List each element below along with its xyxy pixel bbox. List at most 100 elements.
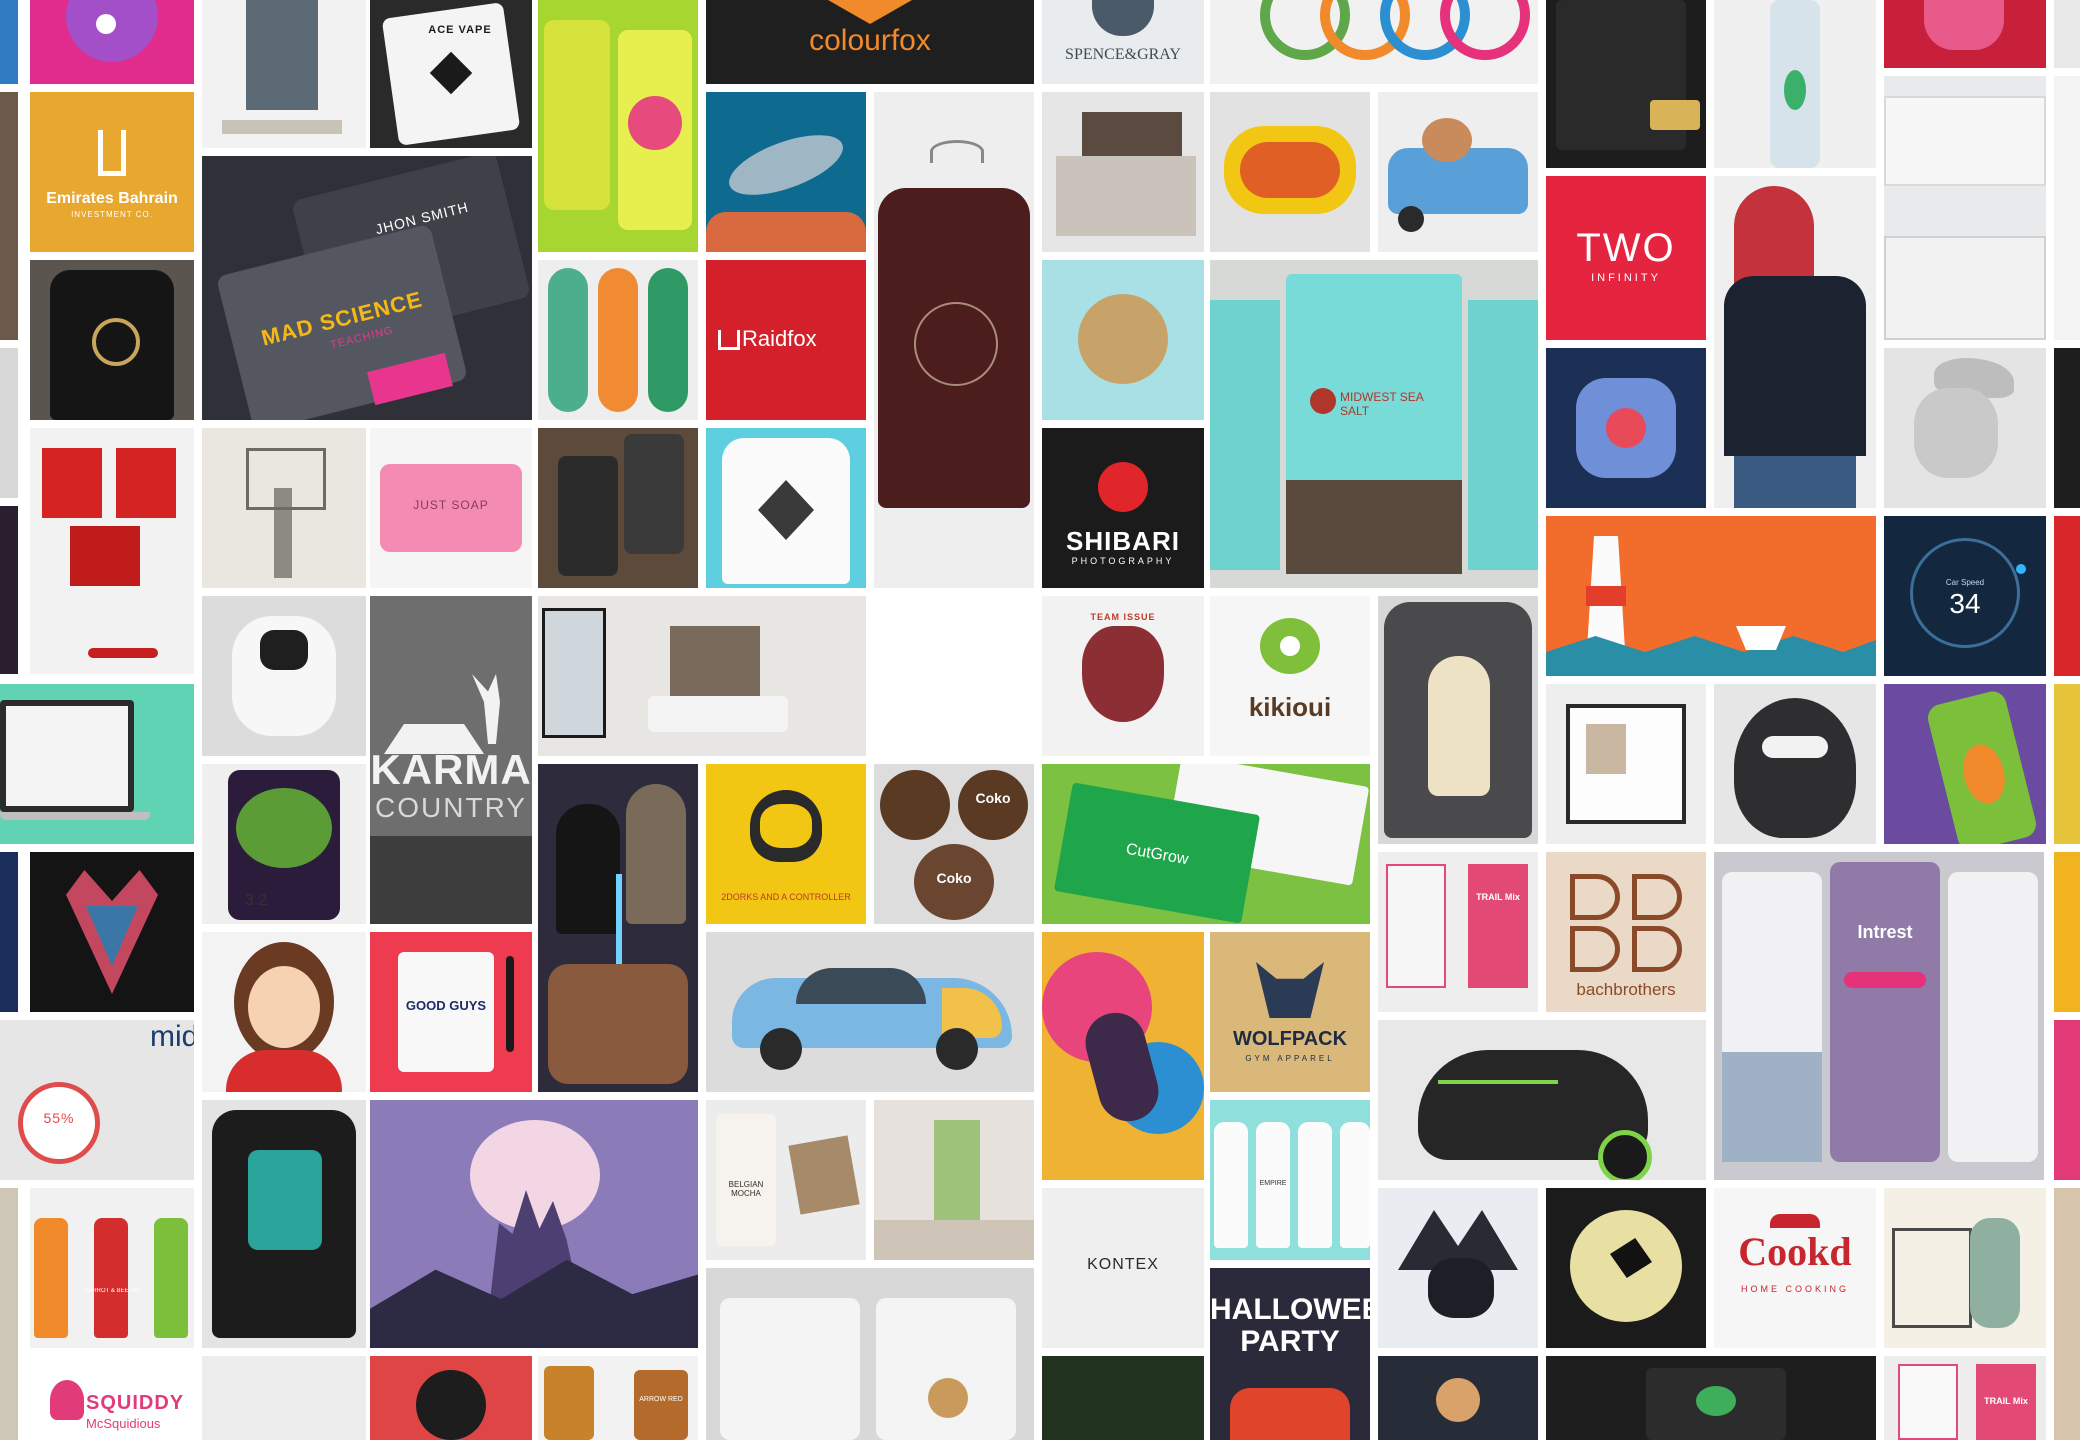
tile-two-infinity[interactable]: TWO INFINITY xyxy=(1546,176,1706,340)
tile-empire-bottles[interactable]: EMPIRE xyxy=(1210,1100,1370,1260)
tile-lion-art[interactable] xyxy=(1042,932,1204,1180)
tile-edge-5[interactable] xyxy=(0,852,18,1012)
tile-colourfox[interactable]: colourfox xyxy=(706,0,1034,84)
tile-arrow-red[interactable]: ARROW RED xyxy=(538,1356,698,1440)
tile-edge-3[interactable] xyxy=(0,348,18,498)
tile-wolfpack[interactable]: WOLFPACK GYM APPAREL xyxy=(1210,932,1370,1092)
tile-cookd[interactable]: Cookd HOME COOKING xyxy=(1714,1188,1876,1348)
tile-bear-shirt[interactable] xyxy=(1378,596,1538,844)
tile-star-wars[interactable] xyxy=(538,764,698,1092)
tile-bach-brothers[interactable]: bachbrothers xyxy=(1546,852,1706,1012)
tile-ace-vape[interactable]: ACE VAPE xyxy=(370,0,532,148)
tile-edge-right-5[interactable] xyxy=(2054,684,2080,844)
tile-edge-right-7[interactable] xyxy=(2054,1020,2080,1180)
tile-car-wrap[interactable] xyxy=(706,932,1034,1092)
tile-vinho-clube[interactable] xyxy=(1546,0,1706,168)
tile-house-render[interactable] xyxy=(1042,92,1204,252)
tile-red-boxes[interactable] xyxy=(30,428,194,674)
tile-anime-girl[interactable] xyxy=(202,932,366,1092)
tile-edge-right-1[interactable] xyxy=(2054,0,2080,68)
tile-cables[interactable] xyxy=(1210,0,1538,84)
tile-astronaut-shirt[interactable] xyxy=(1714,176,1876,508)
tile-app-card[interactable]: mid 55% xyxy=(0,1020,194,1180)
tile-controller[interactable] xyxy=(1210,92,1370,252)
tile-floor-plan[interactable] xyxy=(1546,684,1706,844)
tile-kitchen-interior[interactable] xyxy=(874,1100,1034,1260)
tile-belgian-mocha[interactable]: BELGIAN MOCHA xyxy=(706,1100,866,1260)
tile-phone-stand[interactable] xyxy=(706,1268,1034,1440)
tile-water-bottle[interactable] xyxy=(1714,0,1876,168)
tile-green-shirt[interactable] xyxy=(202,1100,366,1348)
tile-coko[interactable]: Coko Coko xyxy=(874,764,1034,924)
tile-moon-raven[interactable] xyxy=(1546,1188,1706,1348)
tile-treehouse-sketch[interactable] xyxy=(202,428,366,588)
tile-white-tshirt[interactable] xyxy=(706,428,866,588)
tile-edge-right-6[interactable] xyxy=(2054,852,2080,1012)
tile-trail-mix-2[interactable]: TRAIL Mix xyxy=(1884,1356,2046,1440)
tile-living-room[interactable] xyxy=(538,596,866,756)
tile-phone-app[interactable] xyxy=(1378,1356,1538,1440)
tile-intrest-app[interactable]: Intrest xyxy=(1714,852,2044,1180)
phone-right xyxy=(624,434,684,554)
tile-edge-right-4[interactable] xyxy=(2054,516,2080,676)
tile-edge-4[interactable] xyxy=(0,506,18,674)
tile-edge-right-8[interactable] xyxy=(2054,1188,2080,1440)
tile-red-shirt[interactable] xyxy=(1884,0,2046,68)
tile-gorilla[interactable] xyxy=(370,1356,532,1440)
tile-edge-right-3[interactable] xyxy=(2054,348,2080,508)
tile-vw-bus[interactable] xyxy=(1378,92,1538,252)
house-upper xyxy=(1082,112,1182,162)
tile-edge-1[interactable] xyxy=(0,0,18,84)
tile-hovercar[interactable] xyxy=(1378,1020,1706,1180)
tile-speedometer[interactable]: Car Speed 34 xyxy=(1884,516,2046,676)
tile-mech-robot[interactable] xyxy=(1546,348,1706,508)
tile-skateboards[interactable] xyxy=(538,260,698,420)
tile-pegasus[interactable] xyxy=(1378,1188,1538,1348)
tile-trail-mix[interactable]: TRAIL Mix xyxy=(1378,852,1538,1012)
tile-emirates-bahrain[interactable]: Emirates Bahrain INVESTMENT CO. xyxy=(30,92,194,252)
tile-pink-soap[interactable]: JUST SOAP xyxy=(370,428,532,588)
tile-raidfox[interactable]: Raidfox xyxy=(706,260,866,420)
phone-screen-main xyxy=(1830,862,1940,1162)
tile-bird-cards[interactable] xyxy=(1546,1356,1876,1440)
tile-music-app[interactable] xyxy=(538,428,698,588)
tile-shibari[interactable]: SHIBARI PHOTOGRAPHY xyxy=(1042,428,1204,588)
tile-midwest-sea-salt[interactable]: MIDWEST SEA SALT xyxy=(1210,260,1538,588)
tile-soda-can[interactable] xyxy=(1884,684,2046,844)
tile-kiosk[interactable] xyxy=(202,0,366,148)
tile-piano-sketch[interactable] xyxy=(1884,1188,2046,1348)
tile-black-tshirt[interactable] xyxy=(30,260,194,420)
tile-mad-science-cards[interactable]: JHON SMITH MAD SCIENCE TEACHING xyxy=(202,156,532,420)
tile-dino-model[interactable] xyxy=(1884,348,2046,508)
tile-wolf-mask[interactable] xyxy=(30,852,194,1012)
tile-halloween-party[interactable]: HALLOWEEN PARTY xyxy=(1210,1268,1370,1440)
tile-can-clown[interactable] xyxy=(538,0,698,252)
tile-octopus[interactable] xyxy=(30,0,194,84)
tile-grey-card[interactable] xyxy=(202,1356,366,1440)
tile-juice-bottles[interactable]: CARROT & BEETROOT xyxy=(30,1188,194,1348)
tile-good-guys[interactable]: GOOD GUYS xyxy=(370,932,532,1092)
tile-kontex[interactable]: KONTEX xyxy=(1042,1188,1204,1348)
tile-lighthouse[interactable] xyxy=(1546,516,1876,676)
tile-castle-art[interactable] xyxy=(370,1100,698,1348)
tile-edge-2[interactable] xyxy=(0,92,18,340)
tile-karma-country[interactable]: KARMA COUNTRY xyxy=(370,596,532,924)
tile-kitchen[interactable] xyxy=(1884,76,2046,340)
tile-kikioui[interactable]: kikioui xyxy=(1210,596,1370,756)
tile-dark-portrait[interactable] xyxy=(1042,1356,1204,1440)
tile-shark[interactable] xyxy=(706,92,866,252)
tile-edge-right-2[interactable] xyxy=(2054,76,2080,340)
tile-cutgrow[interactable]: CutGrow xyxy=(1042,764,1370,924)
good-guys-logo: GOOD GUYS xyxy=(405,998,487,1013)
tile-squiddy[interactable]: SQUIDDY McSquidious xyxy=(30,1356,194,1440)
tile-spence-gray[interactable]: SPENCE&GRAY xyxy=(1042,0,1204,84)
tile-laptop[interactable] xyxy=(0,684,194,844)
tile-yeti-monster[interactable] xyxy=(1714,684,1876,844)
tile-tiny-planet[interactable] xyxy=(1042,260,1204,420)
tile-hanging-shirt[interactable] xyxy=(874,92,1034,588)
tile-edge-6[interactable] xyxy=(0,1188,18,1440)
tile-team-issue[interactable]: TEAM ISSUE xyxy=(1042,596,1204,756)
tile-salad-app[interactable]: 3.2 xyxy=(202,764,366,924)
tile-pod-interior[interactable] xyxy=(202,596,366,756)
tile-gamepad-logo[interactable]: 2DORKS AND A CONTROLLER xyxy=(706,764,866,924)
